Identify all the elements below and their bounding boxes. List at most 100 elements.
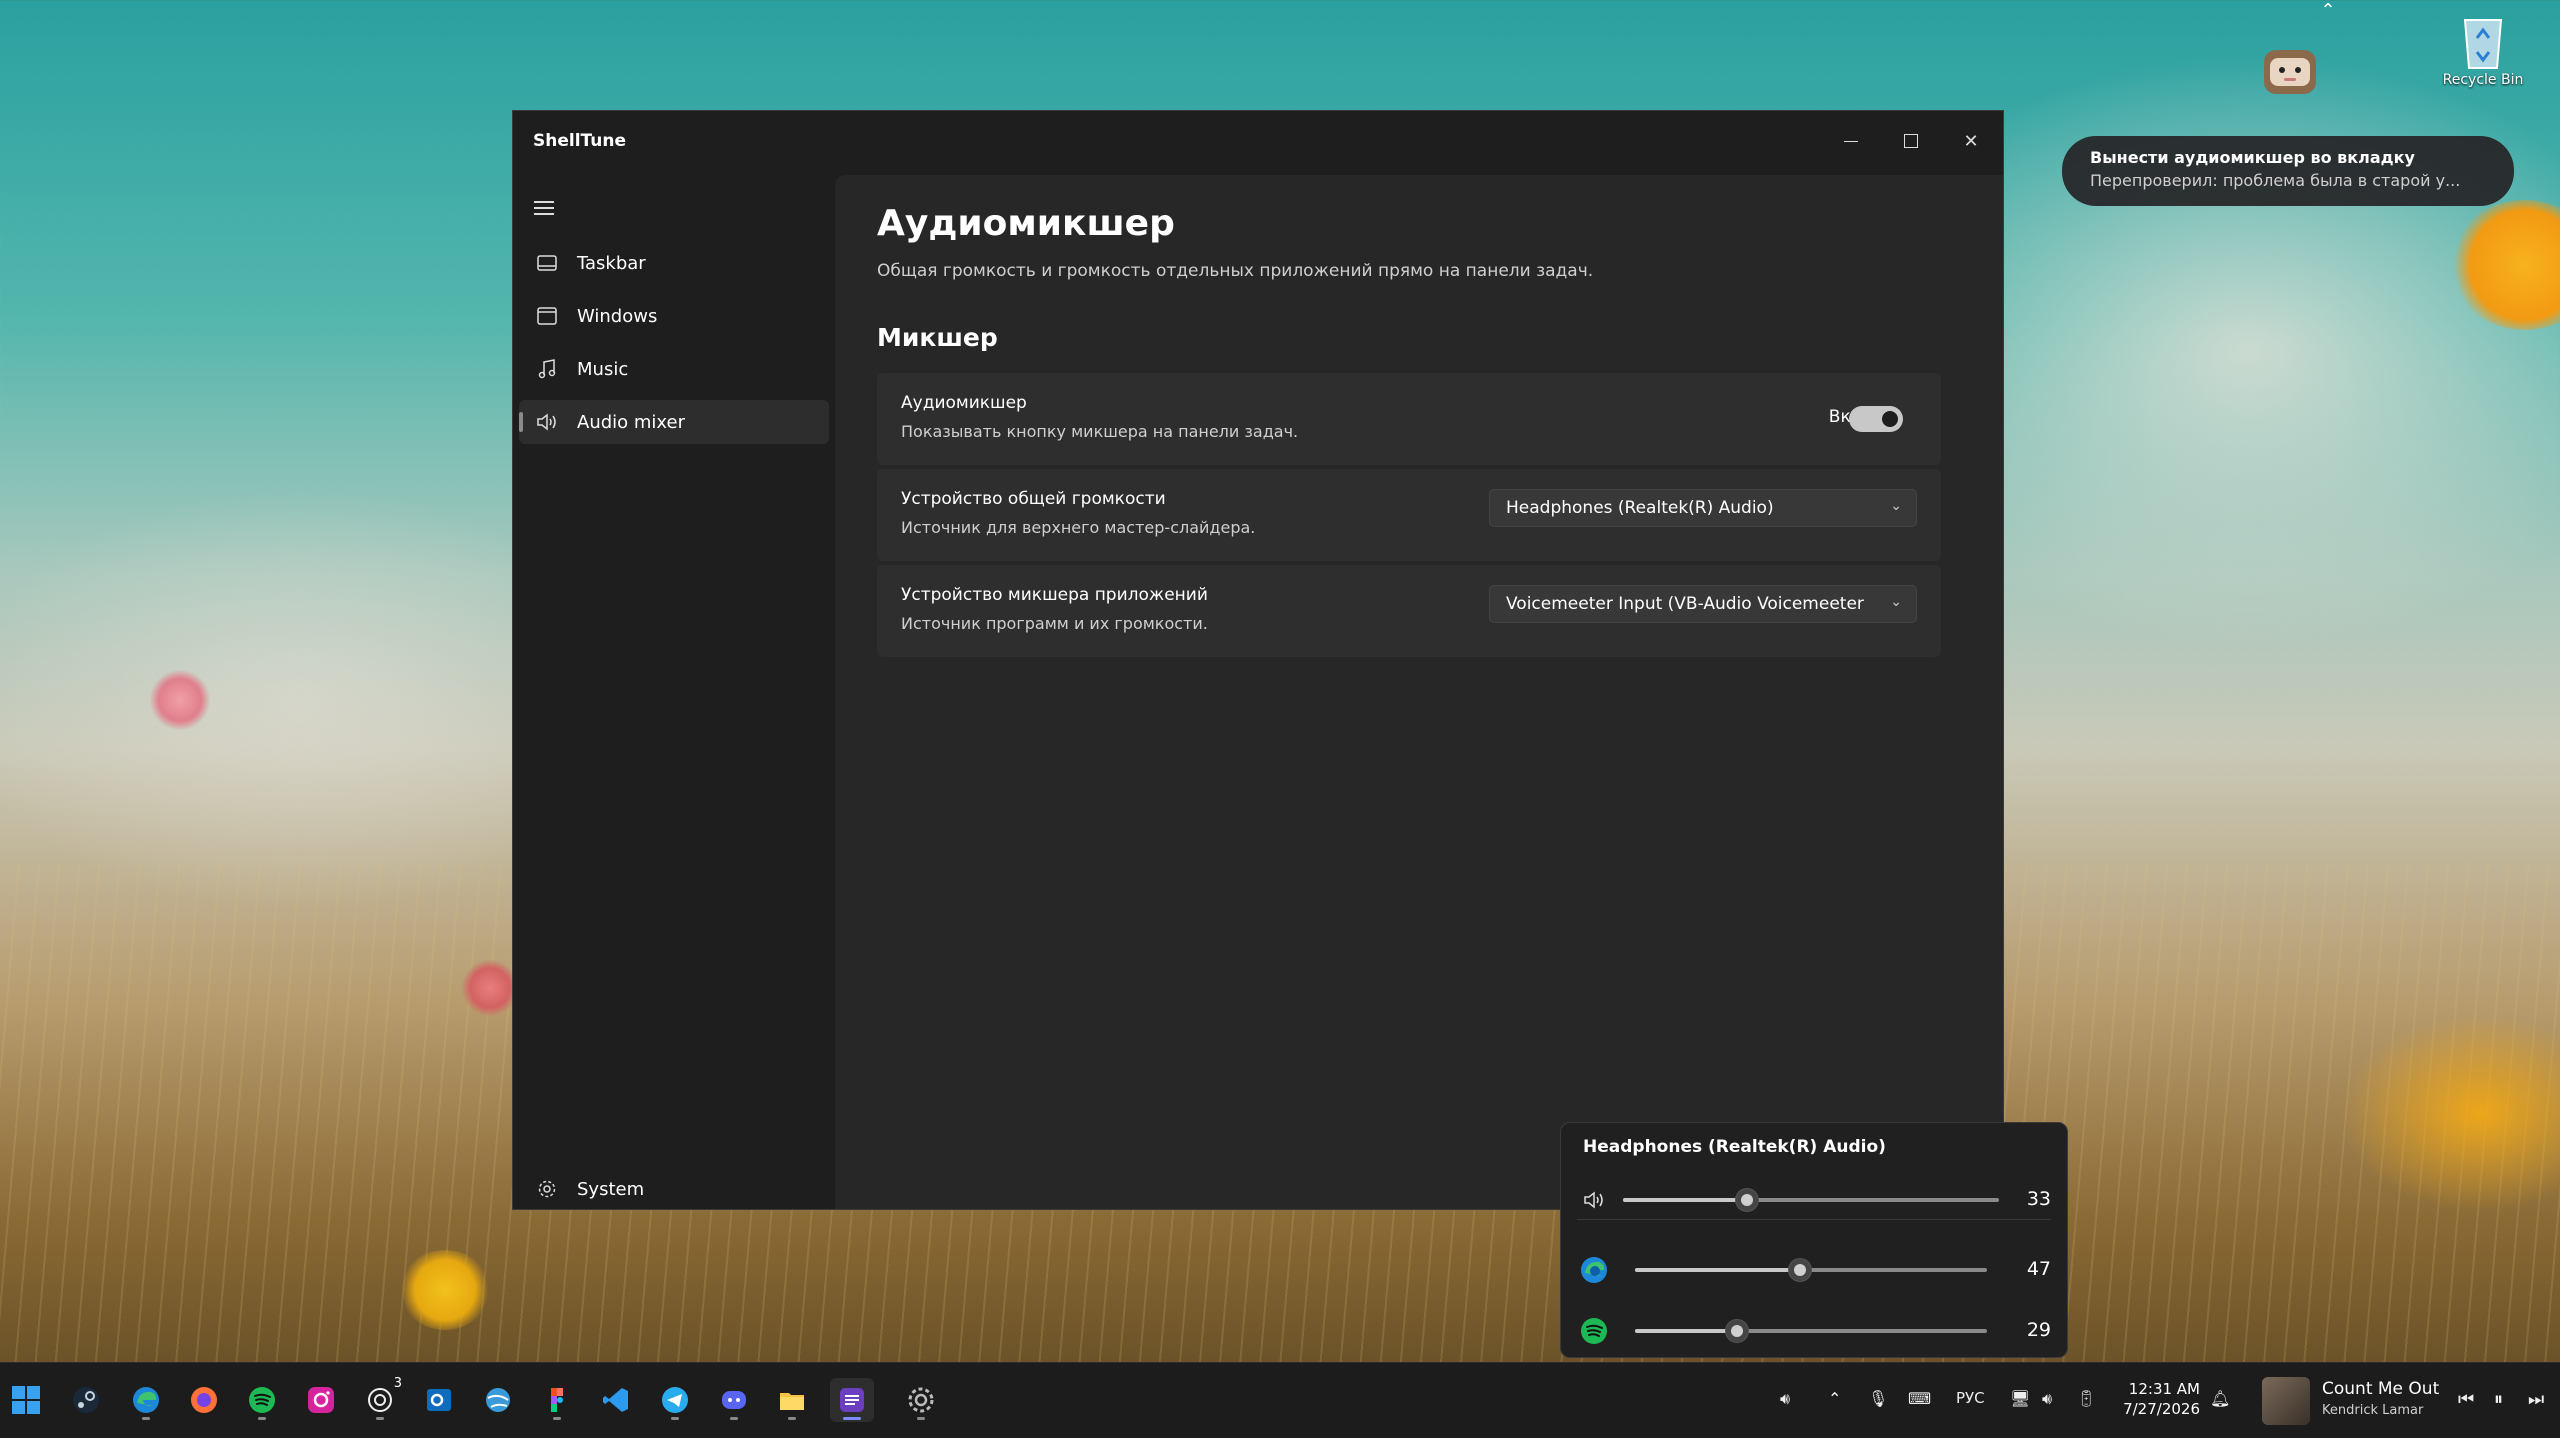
globe-app-icon[interactable] [476, 1378, 520, 1422]
file-explorer-icon[interactable] [770, 1378, 814, 1422]
card-header: Аудиомикшер [901, 393, 1027, 413]
master-device-dropdown[interactable]: Headphones (Realtek(R) Audio) ⌄ [1489, 489, 1917, 527]
maximize-button[interactable] [1881, 119, 1941, 163]
media-widget[interactable]: Count Me Out Kendrick Lamar ⏮︎ ⏸︎ ⏭︎ [2262, 1375, 2560, 1427]
speaker-icon[interactable]: 🔊︎ [2042, 1389, 2052, 1409]
slider-thumb[interactable] [1789, 1259, 1812, 1281]
slider-thumb[interactable] [1726, 1320, 1749, 1342]
notification-badge: 3 [393, 1376, 402, 1391]
master-volume-row: 33 [1561, 1175, 2067, 1215]
card-header: Устройство общей громкости [901, 489, 1166, 509]
minimize-button[interactable] [1821, 119, 1881, 163]
app-device-dropdown[interactable]: Voicemeeter Input (VB-Audio Voicemeeter … [1489, 585, 1917, 623]
windows-logo-icon [12, 1386, 40, 1414]
chatgpt-icon[interactable]: 3 [358, 1376, 402, 1422]
hamburger-menu-icon[interactable] [529, 193, 559, 223]
slider-thumb[interactable] [1736, 1189, 1759, 1211]
mixer-device-name: Headphones (Realtek(R) Audio) [1583, 1137, 1886, 1157]
minimize-icon [1844, 140, 1858, 142]
instagram-icon[interactable] [299, 1378, 343, 1422]
keyboard-icon[interactable]: ⌨︎ [1908, 1389, 1931, 1408]
firefox-icon[interactable] [182, 1378, 226, 1422]
active-indicator [519, 412, 523, 432]
master-device-card: Устройство общей громкости Источник для … [877, 469, 1941, 561]
edge-icon[interactable] [124, 1378, 168, 1422]
previous-track-icon[interactable]: ⏮︎ [2458, 1389, 2474, 1410]
wallpaper-flower [2450, 200, 2560, 330]
title-bar[interactable]: ShellTune ✕ [513, 111, 2003, 175]
taskbar-icon [533, 255, 561, 271]
content-pane: Аудиомикшер Общая громкость и громкость … [835, 175, 2003, 1209]
mixer-toggle-switch[interactable] [1849, 406, 1903, 432]
album-art [2262, 1377, 2310, 1425]
start-button[interactable] [4, 1378, 48, 1422]
steam-icon[interactable] [64, 1378, 108, 1422]
recycle-bin[interactable]: Recycle Bin [2438, 8, 2528, 88]
edge-icon [1577, 1253, 1611, 1287]
page-subtitle: Общая громкость и громкость отдельных пр… [877, 261, 1594, 281]
media-song-title: Count Me Out [2322, 1379, 2440, 1399]
master-volume-slider[interactable] [1623, 1189, 1999, 1211]
language-indicator[interactable]: РУС [1956, 1389, 1985, 1407]
app-title: ShellTune [533, 131, 626, 151]
clock-date: 7/27/2026 [2123, 1400, 2200, 1418]
app-window: ShellTune ✕ Taskbar Windows Music Audio … [512, 110, 2004, 1210]
sidebar-item-audio-mixer[interactable]: Audio mixer [519, 400, 829, 444]
sidebar-item-taskbar[interactable]: Taskbar [519, 241, 829, 285]
card-description: Источник для верхнего мастер-слайдера. [901, 518, 1256, 537]
chevron-up-icon[interactable]: ⌃ [1828, 1389, 1841, 1408]
card-header: Устройство микшера приложений [901, 585, 1208, 605]
spotify-volume-slider[interactable] [1635, 1320, 1987, 1342]
spotify-volume-value: 29 [2026, 1319, 2051, 1341]
sidebar-item-label: Music [577, 358, 629, 380]
wallpaper-flower [400, 1250, 490, 1330]
card-description: Показывать кнопку микшера на панели зада… [901, 422, 1299, 441]
sidebar-item-music[interactable]: Music [519, 347, 829, 391]
chevron-up-icon[interactable]: ⌃ [2318, 0, 2338, 21]
close-icon: ✕ [1963, 130, 1979, 152]
speaker-icon[interactable] [1577, 1183, 1611, 1217]
section-title: Микшер [877, 323, 998, 352]
sidebar-item-label: Windows [577, 305, 658, 327]
dropdown-value: Voicemeeter Input (VB-Audio Voicemeeter … [1506, 594, 1866, 614]
music-note-icon [533, 359, 561, 379]
clock[interactable]: 12:31 AM 7/27/2026 [2118, 1379, 2200, 1419]
chevron-down-icon: ⌄ [1890, 594, 1902, 610]
edge-volume-slider[interactable] [1635, 1259, 1987, 1281]
figma-icon[interactable] [535, 1378, 579, 1422]
sidebar-item-label: System [577, 1178, 645, 1200]
recycle-bin-label: Recycle Bin [2442, 72, 2524, 88]
audio-mixer-flyout: Headphones (Realtek(R) Audio) 33 47 29 [1560, 1122, 2068, 1358]
shelltune-taskbar-icon[interactable] [830, 1378, 874, 1422]
spotify-icon[interactable] [240, 1378, 284, 1422]
sidebar-item-system[interactable]: System [519, 1167, 829, 1211]
taskbar: 3 🔊︎ ⌃ 🎙︎ ⌨︎ РУС 🖥︎ 🔊︎ 🔋︎ 12:31 AM 7/27/… [0, 1362, 2560, 1438]
master-volume-value: 33 [2026, 1188, 2051, 1210]
microphone-icon[interactable]: 🎙︎ [1868, 1389, 1888, 1408]
window-icon [533, 307, 561, 325]
sidebar-item-label: Taskbar [577, 252, 646, 274]
telegram-icon[interactable] [653, 1378, 697, 1422]
mixer-toggle-card: Аудиомикшер Показывать кнопку микшера на… [877, 373, 1941, 465]
network-icon[interactable]: 🖥︎ [2010, 1389, 2030, 1408]
battery-icon[interactable]: 🔋︎ [2076, 1389, 2096, 1408]
notification-bell-icon[interactable]: 🔔︎ [2210, 1389, 2230, 1408]
notification-title: Вынести аудиомикшер во вкладку [2090, 148, 2415, 167]
page-title: Аудиомикшер [877, 203, 1175, 244]
volume-mixer-tray-icon[interactable]: 🔊︎ [1780, 1389, 1790, 1409]
card-description: Источник программ и их громкости. [901, 614, 1208, 633]
outlook-icon[interactable] [417, 1378, 461, 1422]
mascot-widget[interactable] [2250, 36, 2330, 106]
speaker-icon [533, 413, 561, 431]
maximize-icon [1904, 134, 1918, 148]
next-track-icon[interactable]: ⏭︎ [2528, 1389, 2544, 1410]
edge-volume-value: 47 [2026, 1258, 2051, 1280]
pause-icon[interactable]: ⏸︎ [2494, 1389, 2503, 1410]
media-artist: Kendrick Lamar [2322, 1403, 2424, 1418]
settings-icon[interactable] [899, 1378, 943, 1422]
notification-toast[interactable]: Вынести аудиомикшер во вкладку Перепрове… [2062, 136, 2514, 206]
discord-icon[interactable] [712, 1378, 756, 1422]
close-button[interactable]: ✕ [1941, 119, 2001, 163]
vscode-icon[interactable] [594, 1378, 638, 1422]
sidebar-item-windows[interactable]: Windows [519, 294, 829, 338]
